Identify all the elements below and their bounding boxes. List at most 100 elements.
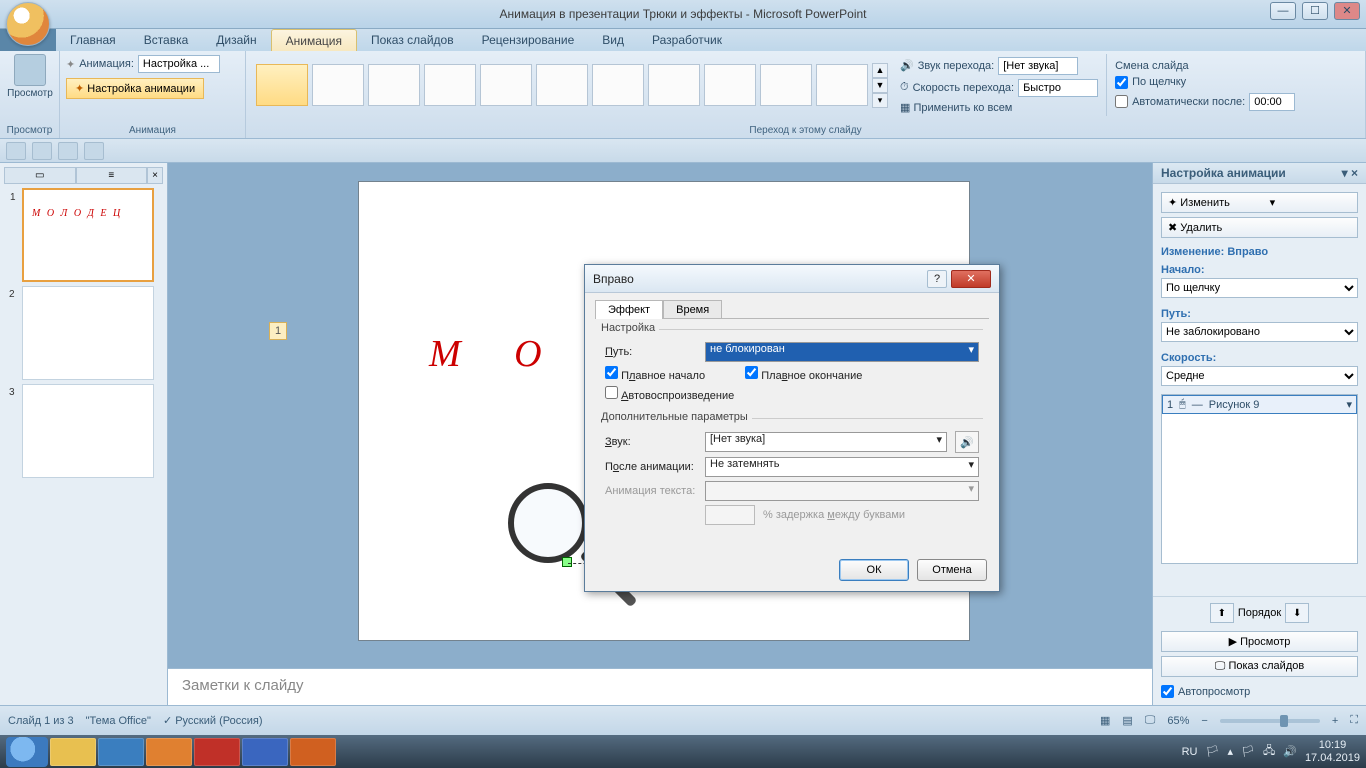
pane-menu[interactable]: ▾ <box>1342 166 1348 180</box>
autopreview-checkbox[interactable] <box>1161 685 1174 698</box>
dialog-tab-time[interactable]: Время <box>663 300 722 319</box>
view-normal-icon[interactable]: ▦ <box>1100 714 1110 727</box>
close-button[interactable]: ✕ <box>1334 2 1360 20</box>
dlg-path-combo[interactable]: не блокирован▾ <box>705 342 979 362</box>
pane-preview-button[interactable]: ▶ Просмотр <box>1161 631 1358 652</box>
office-button[interactable] <box>6 2 50 46</box>
transition-none[interactable] <box>256 64 308 106</box>
transition-item[interactable] <box>704 64 756 106</box>
auto-after-checkbox[interactable] <box>1115 95 1128 108</box>
order-down-button[interactable]: ⬇ <box>1285 603 1309 623</box>
autoreverse-checkbox[interactable] <box>605 386 618 399</box>
on-click-checkbox[interactable] <box>1115 76 1128 89</box>
tray-more-icon[interactable]: ▴ <box>1227 745 1233 758</box>
remove-effect-button[interactable]: ✖ Удалить <box>1161 217 1358 238</box>
tray-action-center-icon[interactable]: 🏳 <box>1241 745 1255 758</box>
tray-clock[interactable]: 10:19 17.04.2019 <box>1305 739 1360 764</box>
tab-view[interactable]: Вид <box>588 29 638 51</box>
transition-item[interactable] <box>480 64 532 106</box>
tray-network-icon[interactable]: 🖧 <box>1263 742 1275 761</box>
item-menu[interactable]: ▾ <box>1346 398 1352 411</box>
tray-volume-icon[interactable]: 🔊 <box>1283 745 1297 758</box>
task-explorer[interactable] <box>50 738 96 766</box>
effect-options-dialog: Вправо ? ✕ Эффект Время Настройка Путь: … <box>584 264 1000 592</box>
slide-thumb-3[interactable]: 3 <box>22 384 154 478</box>
transition-item[interactable] <box>816 64 868 106</box>
pane-close[interactable]: × <box>1351 166 1358 180</box>
transition-item[interactable] <box>368 64 420 106</box>
titlebar: Анимация в презентации Трюки и эффекты -… <box>0 0 1366 29</box>
tab-slideshow[interactable]: Показ слайдов <box>357 29 468 51</box>
slide-thumb-2[interactable]: 2 <box>22 286 154 380</box>
tab-animation[interactable]: Анимация <box>271 29 357 51</box>
dialog-close-button[interactable]: ✕ <box>951 270 991 288</box>
change-effect-button[interactable]: ✦ Изменить ▾ <box>1161 192 1358 213</box>
fit-button[interactable]: ⛶ <box>1350 714 1358 727</box>
zoom-in-button[interactable]: + <box>1332 715 1338 727</box>
tray-lang[interactable]: RU <box>1182 746 1198 758</box>
apply-all-button[interactable]: ▦ Применить ко всем <box>900 101 1098 114</box>
speed-combo[interactable]: Средне <box>1161 366 1358 386</box>
transition-item[interactable] <box>592 64 644 106</box>
slides-tab[interactable]: ▭ <box>4 167 76 184</box>
start-button[interactable] <box>6 737 48 767</box>
task-media[interactable] <box>146 738 192 766</box>
pane-slideshow-button[interactable]: 🖵 Показ слайдов <box>1161 656 1358 677</box>
autoreverse-label: Автовоспроизведение <box>621 390 734 402</box>
transition-item[interactable] <box>536 64 588 106</box>
sound-volume-button[interactable]: 🔊 <box>955 431 979 453</box>
transition-item[interactable] <box>760 64 812 106</box>
outline-tab[interactable]: ≡ <box>76 167 148 184</box>
trans-sound-combo[interactable] <box>998 57 1078 75</box>
tab-developer[interactable]: Разработчик <box>638 29 736 51</box>
dlg-after-combo[interactable]: Не затемнять▾ <box>705 457 979 477</box>
tray-flag-icon[interactable]: 🏳 <box>1206 745 1220 758</box>
zoom-out-button[interactable]: − <box>1201 715 1207 727</box>
smooth-end-checkbox[interactable] <box>745 366 758 379</box>
notes-pane[interactable]: Заметки к слайду <box>168 668 1152 705</box>
transition-item[interactable] <box>312 64 364 106</box>
close-panel[interactable]: × <box>147 167 163 184</box>
transition-more[interactable]: ▲▼▾ <box>872 63 888 107</box>
accessibility-icon[interactable] <box>84 142 104 160</box>
view-slideshow-icon[interactable]: 🖵 <box>1145 714 1156 727</box>
minimize-button[interactable]: — <box>1270 2 1296 20</box>
dialog-titlebar[interactable]: Вправо ? ✕ <box>585 265 999 293</box>
smooth-start-checkbox[interactable] <box>605 366 618 379</box>
tab-insert[interactable]: Вставка <box>130 29 203 51</box>
auto-after-time[interactable] <box>1249 93 1295 111</box>
anim-combo[interactable] <box>138 55 220 73</box>
transition-item[interactable] <box>648 64 700 106</box>
dlg-sound-combo[interactable]: [Нет звука]▾ <box>705 432 947 452</box>
motion-path-start[interactable] <box>562 557 572 567</box>
task-opera[interactable] <box>194 738 240 766</box>
redo-icon[interactable] <box>58 142 78 160</box>
trans-speed-combo[interactable] <box>1018 79 1098 97</box>
undo-icon[interactable] <box>32 142 52 160</box>
preview-button[interactable]: Просмотр <box>6 54 54 99</box>
dialog-tab-effect[interactable]: Эффект <box>595 300 663 319</box>
view-sorter-icon[interactable]: ▤ <box>1122 714 1132 727</box>
task-powerpoint[interactable] <box>290 738 336 766</box>
zoom-value[interactable]: 65% <box>1167 715 1189 727</box>
task-ie[interactable] <box>98 738 144 766</box>
custom-animation-button[interactable]: ✦ Настройка анимации <box>66 78 204 99</box>
task-word[interactable] <box>242 738 288 766</box>
zoom-slider[interactable] <box>1220 719 1320 723</box>
tab-home[interactable]: Главная <box>56 29 130 51</box>
tab-review[interactable]: Рецензирование <box>468 29 589 51</box>
dialog-help-button[interactable]: ? <box>927 270 947 288</box>
dialog-cancel-button[interactable]: Отмена <box>917 559 987 581</box>
maximize-button[interactable]: ☐ <box>1302 2 1328 20</box>
animation-list-item[interactable]: 1 🖱 — Рисунок 9 ▾ <box>1162 395 1357 414</box>
tab-design[interactable]: Дизайн <box>202 29 270 51</box>
save-icon[interactable] <box>6 142 26 160</box>
path-combo[interactable]: Не заблокировано <box>1161 322 1358 342</box>
dlg-path-label: Путь: <box>605 346 697 358</box>
transition-item[interactable] <box>424 64 476 106</box>
start-combo[interactable]: По щелчку <box>1161 278 1358 298</box>
status-lang[interactable]: ✓ Русский (Россия) <box>163 714 263 727</box>
dialog-ok-button[interactable]: ОК <box>839 559 909 581</box>
order-up-button[interactable]: ⬆ <box>1210 603 1234 623</box>
slide-thumb-1[interactable]: 1 М О Л О Д Е Ц <box>22 188 154 282</box>
